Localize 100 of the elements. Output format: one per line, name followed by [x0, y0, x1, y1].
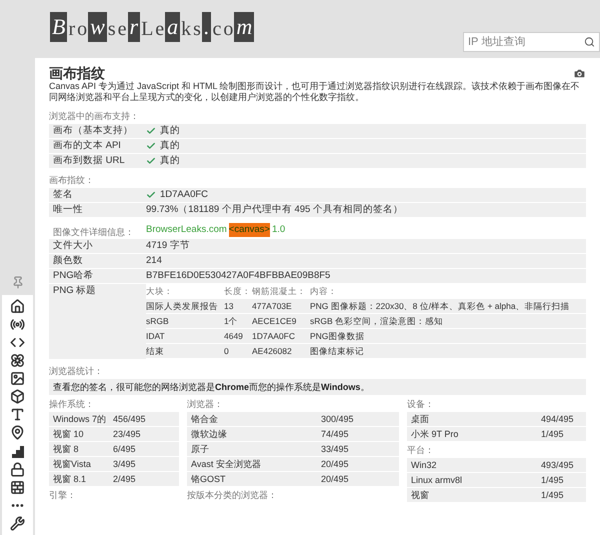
stat-name: Avast 安全浏览器	[191, 458, 262, 471]
site-logo[interactable]: BrowserLeaks.com	[50, 12, 254, 42]
section-label: 画布指纹：	[49, 174, 95, 187]
brick-wall-icon[interactable]	[10, 480, 25, 495]
flower-icon[interactable]	[10, 353, 25, 368]
tools-icon[interactable]	[10, 516, 25, 531]
stat-count: 2/495	[113, 473, 136, 486]
row-label: 文件大小	[52, 239, 94, 253]
table-cell-text: IDAT	[146, 330, 166, 343]
table-cell-text: sRGB 色彩空间，渲染意图：感知	[310, 315, 444, 328]
group-label: 操作系统：	[49, 398, 95, 411]
table-cell-text: AE426082	[252, 345, 293, 358]
column-header: 钢筋混凝土：	[252, 285, 307, 298]
row-value: 真的	[160, 124, 180, 138]
group-label: 平台：	[407, 444, 435, 457]
table-cell-text: sRGB	[146, 315, 170, 328]
camera-icon[interactable]	[573, 66, 586, 80]
stat-count: 74/495	[321, 428, 349, 441]
row-label: 签名	[52, 188, 74, 202]
row-label: 画布（基本支持）	[52, 124, 134, 138]
broadcast-icon[interactable]	[10, 317, 25, 332]
stat-name: 视窗 8	[53, 443, 80, 456]
search-input[interactable]: IP 地址查询	[468, 34, 584, 50]
group-label: 引擎：	[49, 489, 77, 502]
description: Canvas API 专为通过 JavaScript 和 HTML 绘制图形而设计，也可用于通过浏览器指纹识别进行在线跟踪。该技术依赖于画布图像在不同网络浏览器和平台上呈现方式的变化，以创建用户浏览器的个性化数字指纹。	[49, 81, 581, 103]
stat-count: 456/495	[113, 413, 146, 426]
section-label: 浏览器统计：	[49, 365, 104, 378]
stat-count: 33/495	[321, 443, 349, 456]
stat-count: 3/495	[113, 458, 136, 471]
table-cell-text: AECE1CE9	[252, 315, 298, 328]
group-label: 浏览器：	[187, 398, 224, 411]
stat-count: 20/495	[321, 458, 349, 471]
row-label: 颜色数	[52, 254, 84, 268]
text-icon[interactable]	[10, 407, 25, 422]
stat-name: 视窗	[411, 489, 430, 502]
page-title: 画布指纹	[49, 66, 105, 80]
stat-count: 1/495	[541, 489, 564, 502]
table-cell-text: 图像结束标记	[310, 345, 365, 358]
search-field[interactable]: IP 地址查询	[463, 32, 600, 52]
stat-name: 小米 9T Pro	[411, 428, 460, 441]
row-value: 1D7AA0FC	[160, 188, 208, 202]
stat-count: 23/495	[113, 428, 141, 441]
row-value: 真的	[160, 139, 180, 153]
row-value: 4719 字节	[146, 239, 190, 253]
row-label: 唯一性	[52, 203, 84, 217]
pin-icon[interactable]	[10, 276, 24, 289]
stat-name: 微软边缘	[191, 428, 228, 441]
code-icon[interactable]	[10, 335, 25, 350]
stat-name: 铬GOST	[191, 473, 227, 486]
row-label: 画布到数据 URL	[52, 154, 126, 168]
stat-count: 493/495	[541, 459, 574, 472]
stat-name: 视窗 10	[53, 428, 85, 441]
section-label: 图像文件详细信息：	[52, 226, 135, 239]
section-label: 浏览器中的画布支持：	[49, 110, 140, 123]
table-cell-text: 0	[224, 345, 230, 358]
table-cell-text: PNG图像数据	[310, 330, 366, 343]
table-cell-text: 477A703E	[252, 300, 293, 313]
canvas-text: BrowserLeaks.com	[146, 223, 227, 237]
row-label: PNG 标题	[52, 284, 98, 298]
row-value: 214	[146, 254, 162, 268]
stairs-icon[interactable]	[10, 443, 26, 459]
table-cell-text: 结束	[146, 345, 165, 358]
row-value: 99.73%（181189 个用户代理中有 495 个具有相同的签名）	[146, 203, 403, 217]
table-cell-text: 国际人类发展报告	[146, 300, 219, 313]
stat-count: 1/495	[541, 428, 564, 441]
lock-icon[interactable]	[10, 462, 25, 477]
stat-name: Windows 7的	[53, 413, 108, 426]
image-icon[interactable]	[10, 371, 25, 386]
row-label: 画布的文本 API	[52, 139, 122, 153]
stats-summary: 查看您的签名，很可能您的网络浏览器是Chrome而您的操作系统是Windows。	[49, 379, 586, 395]
table-cell-text: 1D7AA0FC	[252, 330, 296, 343]
group-label: 按版本分类的浏览器：	[187, 489, 278, 502]
row-value: B7BFE16D0E530427A0F4BFBBAE09B8F5	[146, 269, 330, 283]
cube-icon[interactable]	[10, 389, 25, 404]
map-pin-icon[interactable]	[10, 425, 25, 440]
stat-name: 视窗 8.1	[53, 473, 88, 486]
stat-name: 原子	[191, 443, 210, 456]
table-cell-text: 4649	[224, 330, 244, 343]
table-cell-text: 1个	[224, 315, 239, 328]
column-header: 长度：	[224, 285, 252, 298]
row-value: 真的	[160, 154, 180, 168]
stat-count: 6/495	[113, 443, 136, 456]
canvas-version: 1.0	[272, 223, 286, 237]
stat-count: 1/495	[541, 474, 564, 487]
stat-name: 铬合金	[191, 413, 219, 426]
stat-count: 20/495	[321, 473, 349, 486]
search-icon[interactable]	[584, 36, 595, 48]
table-cell-text: PNG 图像标题：220x30、8 位/样本、真彩色 + alpha、非隔行扫描	[310, 300, 571, 313]
stat-name: Win32	[411, 459, 438, 472]
home-icon[interactable]	[10, 299, 25, 314]
canvas-tag: <canvas>	[228, 223, 270, 237]
column-header: 大块：	[146, 285, 174, 298]
stat-name: Linux armv8l	[411, 474, 464, 487]
stat-name: 视窗Vista	[53, 458, 92, 471]
stat-count: 494/495	[541, 413, 574, 426]
table-cell-text: 13	[224, 300, 234, 313]
column-header: 内容：	[310, 285, 338, 298]
stat-count: 300/495	[321, 413, 354, 426]
group-label: 设备：	[407, 398, 435, 411]
stat-name: 桌面	[411, 413, 430, 426]
